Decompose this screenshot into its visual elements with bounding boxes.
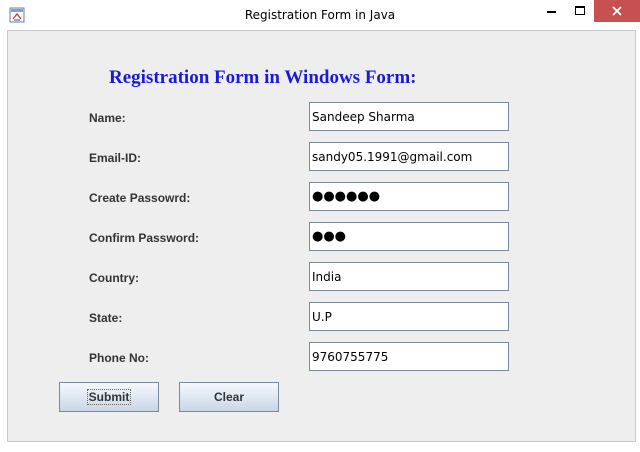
close-button[interactable]: [594, 0, 640, 22]
phone-field[interactable]: [309, 342, 509, 371]
maximize-icon: [575, 6, 585, 15]
name-field[interactable]: [309, 102, 509, 131]
form-panel: Registration Form in Windows Form: Name:…: [7, 30, 636, 442]
confirm-password-field[interactable]: [309, 222, 509, 251]
create-password-field[interactable]: [309, 182, 509, 211]
country-label: Country:: [89, 271, 139, 285]
confirm-password-label: Confirm Password:: [89, 231, 200, 245]
email-label: Email-ID:: [89, 151, 142, 165]
close-icon: [612, 6, 622, 16]
minimize-icon: [547, 11, 556, 13]
submit-button-label: Submit: [86, 389, 132, 405]
email-field[interactable]: [309, 142, 509, 171]
title-bar[interactable]: Registration Form in Java: [0, 0, 640, 30]
country-field[interactable]: [309, 262, 509, 291]
create-password-label: Create Passowrd:: [89, 191, 191, 205]
minimize-button[interactable]: [537, 0, 567, 22]
submit-button[interactable]: Submit: [59, 382, 159, 412]
form-heading: Registration Form in Windows Form:: [109, 67, 417, 88]
registration-window: Registration Form in Java Registration F…: [0, 0, 640, 452]
phone-label: Phone No:: [89, 351, 149, 365]
state-field[interactable]: [309, 302, 509, 331]
clear-button-label: Clear: [213, 390, 245, 404]
state-label: State:: [89, 311, 123, 325]
clear-button[interactable]: Clear: [179, 382, 279, 412]
window-bottom-edge: [0, 442, 640, 452]
maximize-button[interactable]: [566, 0, 594, 22]
name-label: Name:: [89, 111, 126, 125]
